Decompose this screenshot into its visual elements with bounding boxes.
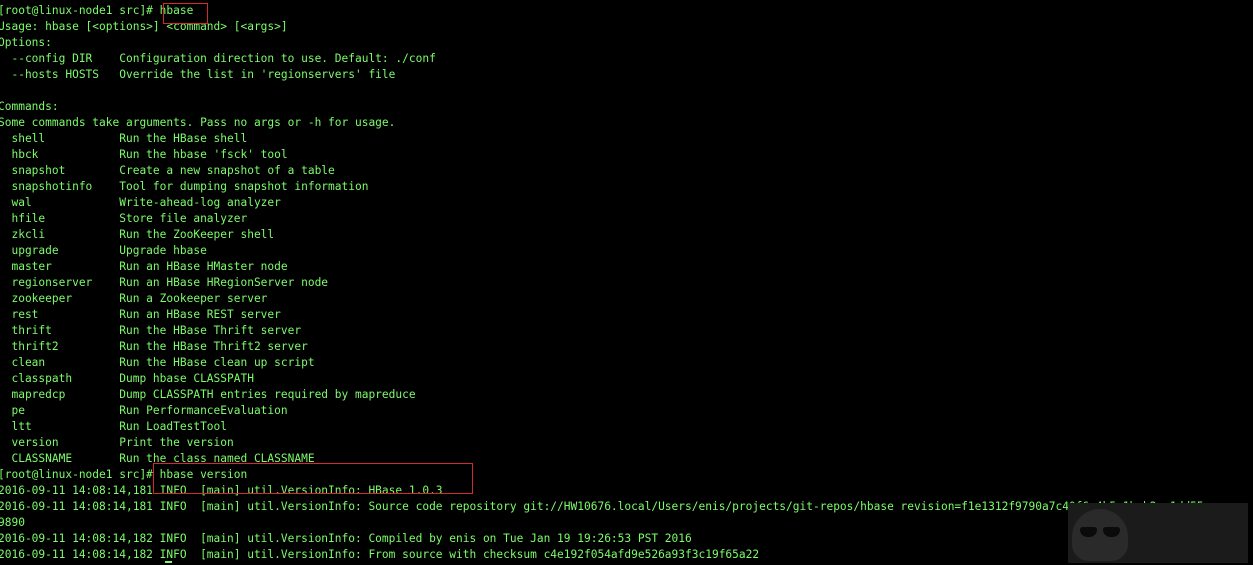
terminal-line: regionserver Run an HBase HRegionServer …	[0, 276, 329, 289]
terminal-line: Options:	[0, 36, 52, 49]
terminal-line: 2016-09-11 14:08:14,182 INFO [main] util…	[0, 548, 760, 561]
terminal-line: --hosts HOSTS Override the list in 'regi…	[0, 68, 396, 81]
avatar-eye-left	[1080, 527, 1097, 537]
terminal-line: zkcli Run the ZooKeeper shell	[0, 228, 275, 241]
terminal-line: upgrade Upgrade hbase	[0, 244, 207, 257]
terminal-line: --config DIR Configuration direction to …	[0, 52, 436, 65]
terminal-line: thrift Run the HBase Thrift server	[0, 324, 302, 337]
terminal-line: 9890	[0, 516, 25, 529]
terminal-line: zookeeper Run a Zookeeper server	[0, 292, 268, 305]
terminal-line: shell Run the HBase shell	[0, 132, 248, 145]
terminal-line: ltt Run LoadTestTool	[0, 420, 228, 433]
terminal-line: 2016-09-11 14:08:14,181 INFO [main] util…	[0, 500, 1204, 513]
terminal-line: classpath Dump hbase CLASSPATH	[0, 372, 254, 385]
avatar-icon	[1068, 503, 1248, 563]
terminal-line: rest Run an HBase REST server	[0, 308, 281, 321]
terminal-line: thrift2 Run the HBase Thrift2 server	[0, 340, 308, 353]
terminal-line: Commands:	[0, 100, 59, 113]
avatar-face	[1072, 509, 1128, 561]
terminal-line: version Print the version	[0, 436, 234, 449]
terminal-line: wal Write-ahead-log analyzer	[0, 196, 281, 209]
terminal-line: master Run an HBase HMaster node	[0, 260, 288, 273]
terminal-line: pe Run PerformanceEvaluation	[0, 404, 288, 417]
terminal-line: hfile Store file analyzer	[0, 212, 248, 225]
avatar-eye-right	[1103, 527, 1120, 537]
terminal-line: Usage: hbase [<options>] <command> [<arg…	[0, 20, 288, 33]
terminal-line: clean Run the HBase clean up script	[0, 356, 315, 369]
terminal-line: 2016-09-11 14:08:14,182 INFO [main] util…	[0, 532, 692, 545]
terminal-line: snapshot Create a new snapshot of a tabl…	[0, 164, 335, 177]
cursor-icon	[165, 561, 172, 563]
terminal-line: snapshotinfo Tool for dumping snapshot i…	[0, 180, 369, 193]
terminal-window[interactable]: [root@linux-node1 src]# hbase Usage: hba…	[0, 0, 1253, 565]
highlight-box-hbase-command	[163, 3, 208, 24]
terminal-line: Some commands take arguments. Pass no ar…	[0, 116, 396, 129]
terminal-line: hbck Run the hbase 'fsck' tool	[0, 148, 288, 161]
highlight-box-version-command	[153, 463, 473, 494]
terminal-line: mapredcp Dump CLASSPATH entries required…	[0, 388, 416, 401]
